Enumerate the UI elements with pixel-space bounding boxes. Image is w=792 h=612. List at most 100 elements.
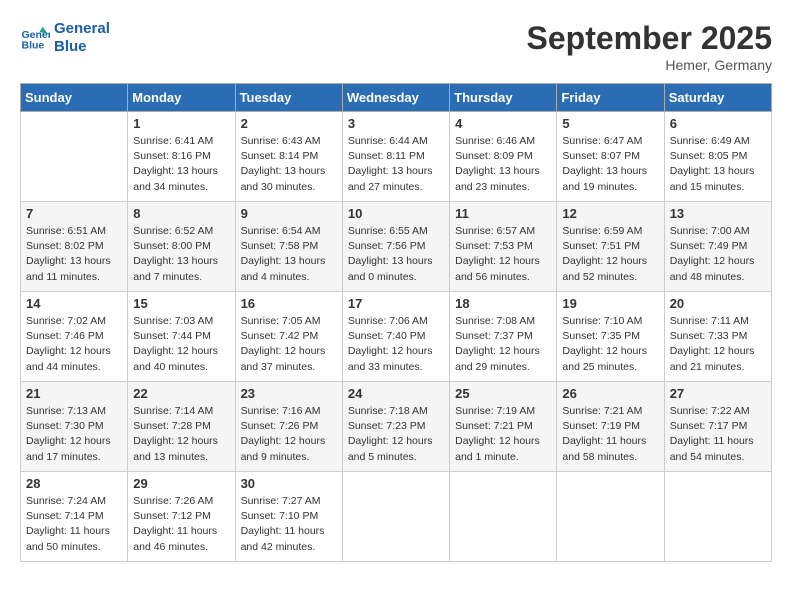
week-row-3: 14 Sunrise: 7:02 AM Sunset: 7:46 PM Dayli… — [21, 292, 772, 382]
day-cell: 14 Sunrise: 7:02 AM Sunset: 7:46 PM Dayli… — [21, 292, 128, 382]
day-cell: 28 Sunrise: 7:24 AM Sunset: 7:14 PM Dayli… — [21, 472, 128, 562]
day-cell — [557, 472, 664, 562]
day-cell: 12 Sunrise: 6:59 AM Sunset: 7:51 PM Dayli… — [557, 202, 664, 292]
day-cell: 25 Sunrise: 7:19 AM Sunset: 7:21 PM Dayli… — [450, 382, 557, 472]
day-number: 14 — [26, 296, 122, 311]
day-info: Sunrise: 7:02 AM Sunset: 7:46 PM Dayligh… — [26, 314, 122, 375]
day-info: Sunrise: 6:49 AM Sunset: 8:05 PM Dayligh… — [670, 134, 766, 195]
header-cell-thursday: Thursday — [450, 84, 557, 112]
day-cell: 11Sunrise: 6:57 AM Sunset: 7:53 PM Dayli… — [450, 202, 557, 292]
calendar-body: 1 Sunrise: 6:41 AM Sunset: 8:16 PM Daylig… — [21, 112, 772, 562]
day-number: 25 — [455, 386, 551, 401]
day-info: Sunrise: 7:10 AM Sunset: 7:35 PM Dayligh… — [562, 314, 658, 375]
day-number: 28 — [26, 476, 122, 491]
title-block: September 2025 Hemer, Germany — [527, 20, 772, 73]
day-info: Sunrise: 6:55 AM Sunset: 7:56 PM Dayligh… — [348, 224, 444, 285]
day-cell: 19 Sunrise: 7:10 AM Sunset: 7:35 PM Dayli… — [557, 292, 664, 382]
week-row-5: 28 Sunrise: 7:24 AM Sunset: 7:14 PM Dayli… — [21, 472, 772, 562]
day-info: Sunrise: 6:41 AM Sunset: 8:16 PM Dayligh… — [133, 134, 229, 195]
day-info: Sunrise: 7:18 AM Sunset: 7:23 PM Dayligh… — [348, 404, 444, 465]
day-number: 23 — [241, 386, 337, 401]
day-cell: 20 Sunrise: 7:11 AM Sunset: 7:33 PM Dayli… — [664, 292, 771, 382]
day-info: Sunrise: 7:24 AM Sunset: 7:14 PM Dayligh… — [26, 494, 122, 555]
day-info: Sunrise: 7:05 AM Sunset: 7:42 PM Dayligh… — [241, 314, 337, 375]
day-info: Sunrise: 6:46 AM Sunset: 8:09 PM Dayligh… — [455, 134, 551, 195]
day-info: Sunrise: 7:03 AM Sunset: 7:44 PM Dayligh… — [133, 314, 229, 375]
day-cell — [342, 472, 449, 562]
day-info: Sunrise: 6:59 AM Sunset: 7:51 PM Dayligh… — [562, 224, 658, 285]
day-cell: 10 Sunrise: 6:55 AM Sunset: 7:56 PM Dayli… — [342, 202, 449, 292]
day-info: Sunrise: 6:54 AM Sunset: 7:58 PM Dayligh… — [241, 224, 337, 285]
day-info: Sunrise: 7:06 AM Sunset: 7:40 PM Dayligh… — [348, 314, 444, 375]
header-cell-sunday: Sunday — [21, 84, 128, 112]
day-number: 1 — [133, 116, 229, 131]
day-info: Sunrise: 7:21 AM Sunset: 7:19 PM Dayligh… — [562, 404, 658, 465]
day-number: 26 — [562, 386, 658, 401]
day-number: 21 — [26, 386, 122, 401]
page-header: General Blue GeneralBlue September 2025 … — [20, 20, 772, 73]
day-number: 9 — [241, 206, 337, 221]
day-number: 13 — [670, 206, 766, 221]
day-number: 30 — [241, 476, 337, 491]
header-row: SundayMondayTuesdayWednesdayThursdayFrid… — [21, 84, 772, 112]
day-cell: 4 Sunrise: 6:46 AM Sunset: 8:09 PM Daylig… — [450, 112, 557, 202]
header-cell-saturday: Saturday — [664, 84, 771, 112]
day-info: Sunrise: 6:52 AM Sunset: 8:00 PM Dayligh… — [133, 224, 229, 285]
day-cell: 30 Sunrise: 7:27 AM Sunset: 7:10 PM Dayli… — [235, 472, 342, 562]
month-title: September 2025 — [527, 20, 772, 57]
header-cell-monday: Monday — [128, 84, 235, 112]
day-info: Sunrise: 7:16 AM Sunset: 7:26 PM Dayligh… — [241, 404, 337, 465]
day-number: 16 — [241, 296, 337, 311]
day-cell: 17Sunrise: 7:06 AM Sunset: 7:40 PM Dayli… — [342, 292, 449, 382]
day-number: 10 — [348, 206, 444, 221]
day-number: 3 — [348, 116, 444, 131]
day-number: 6 — [670, 116, 766, 131]
day-cell: 3 Sunrise: 6:44 AM Sunset: 8:11 PM Daylig… — [342, 112, 449, 202]
day-number: 5 — [562, 116, 658, 131]
logo-text: GeneralBlue — [54, 20, 110, 56]
day-cell: 9 Sunrise: 6:54 AM Sunset: 7:58 PM Daylig… — [235, 202, 342, 292]
day-info: Sunrise: 7:08 AM Sunset: 7:37 PM Dayligh… — [455, 314, 551, 375]
day-number: 2 — [241, 116, 337, 131]
day-cell: 5 Sunrise: 6:47 AM Sunset: 8:07 PM Daylig… — [557, 112, 664, 202]
day-number: 8 — [133, 206, 229, 221]
day-info: Sunrise: 7:13 AM Sunset: 7:30 PM Dayligh… — [26, 404, 122, 465]
day-info: Sunrise: 6:47 AM Sunset: 8:07 PM Dayligh… — [562, 134, 658, 195]
day-cell: 23 Sunrise: 7:16 AM Sunset: 7:26 PM Dayli… — [235, 382, 342, 472]
day-cell: 24Sunrise: 7:18 AM Sunset: 7:23 PM Dayli… — [342, 382, 449, 472]
day-number: 22 — [133, 386, 229, 401]
week-row-2: 7Sunrise: 6:51 AM Sunset: 8:02 PM Daylig… — [21, 202, 772, 292]
day-cell: 8 Sunrise: 6:52 AM Sunset: 8:00 PM Daylig… — [128, 202, 235, 292]
day-info: Sunrise: 7:22 AM Sunset: 7:17 PM Dayligh… — [670, 404, 766, 465]
week-row-4: 21 Sunrise: 7:13 AM Sunset: 7:30 PM Dayli… — [21, 382, 772, 472]
day-cell: 6 Sunrise: 6:49 AM Sunset: 8:05 PM Daylig… — [664, 112, 771, 202]
day-cell: 16 Sunrise: 7:05 AM Sunset: 7:42 PM Dayli… — [235, 292, 342, 382]
day-cell — [664, 472, 771, 562]
day-cell — [21, 112, 128, 202]
day-cell: 7Sunrise: 6:51 AM Sunset: 8:02 PM Daylig… — [21, 202, 128, 292]
day-info: Sunrise: 7:26 AM Sunset: 7:12 PM Dayligh… — [133, 494, 229, 555]
day-number: 4 — [455, 116, 551, 131]
day-info: Sunrise: 6:43 AM Sunset: 8:14 PM Dayligh… — [241, 134, 337, 195]
day-number: 12 — [562, 206, 658, 221]
calendar-table: SundayMondayTuesdayWednesdayThursdayFrid… — [20, 83, 772, 562]
day-cell: 26 Sunrise: 7:21 AM Sunset: 7:19 PM Dayli… — [557, 382, 664, 472]
day-cell — [450, 472, 557, 562]
day-info: Sunrise: 7:27 AM Sunset: 7:10 PM Dayligh… — [241, 494, 337, 555]
day-cell: 29Sunrise: 7:26 AM Sunset: 7:12 PM Dayli… — [128, 472, 235, 562]
header-cell-wednesday: Wednesday — [342, 84, 449, 112]
day-number: 20 — [670, 296, 766, 311]
day-info: Sunrise: 7:00 AM Sunset: 7:49 PM Dayligh… — [670, 224, 766, 285]
day-info: Sunrise: 6:44 AM Sunset: 8:11 PM Dayligh… — [348, 134, 444, 195]
day-number: 18 — [455, 296, 551, 311]
day-number: 19 — [562, 296, 658, 311]
day-info: Sunrise: 7:11 AM Sunset: 7:33 PM Dayligh… — [670, 314, 766, 375]
day-cell: 21 Sunrise: 7:13 AM Sunset: 7:30 PM Dayli… — [21, 382, 128, 472]
day-info: Sunrise: 7:19 AM Sunset: 7:21 PM Dayligh… — [455, 404, 551, 465]
day-info: Sunrise: 6:57 AM Sunset: 7:53 PM Dayligh… — [455, 224, 551, 285]
week-row-1: 1 Sunrise: 6:41 AM Sunset: 8:16 PM Daylig… — [21, 112, 772, 202]
location: Hemer, Germany — [527, 57, 772, 73]
day-cell: 15Sunrise: 7:03 AM Sunset: 7:44 PM Dayli… — [128, 292, 235, 382]
logo: General Blue GeneralBlue — [20, 20, 110, 56]
day-cell: 2 Sunrise: 6:43 AM Sunset: 8:14 PM Daylig… — [235, 112, 342, 202]
